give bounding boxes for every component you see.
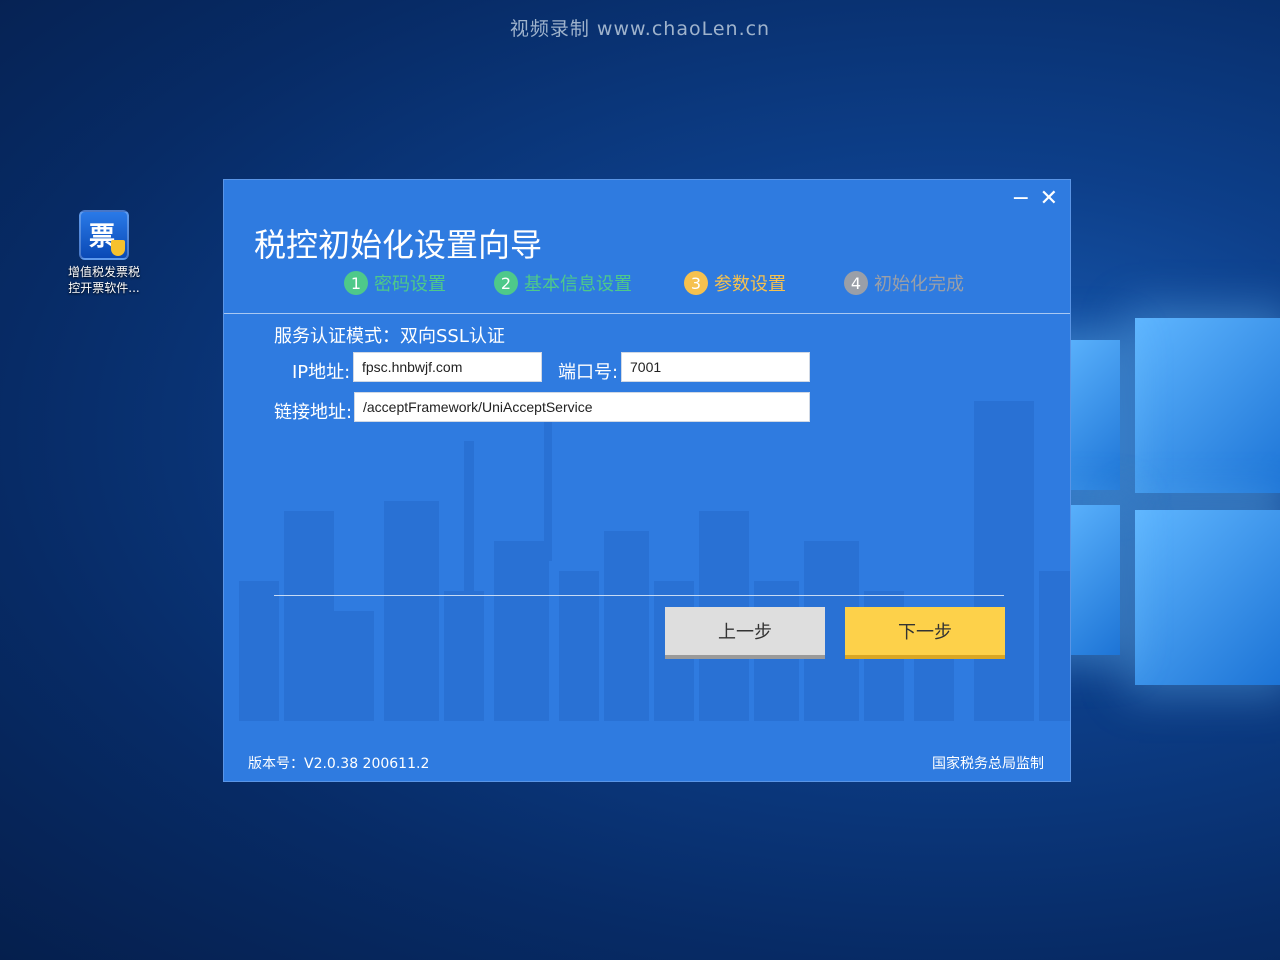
previous-step-button[interactable]: 上一步 — [665, 607, 825, 659]
version-text: 版本号：V2.0.38 200611.2 — [248, 756, 430, 772]
port-field[interactable]: 7001 — [621, 352, 810, 382]
close-button[interactable]: ✕ — [1040, 188, 1058, 210]
watermark-text: 视频录制 www.chaoLen.cn — [509, 18, 771, 40]
step-number: 3 — [684, 271, 708, 295]
windows-logo — [1050, 300, 1280, 730]
shield-icon — [111, 240, 125, 256]
step-number: 2 — [494, 271, 518, 295]
auth-mode-text: 服务认证模式：双向SSL认证 — [274, 326, 505, 347]
authority-text: 国家税务总局监制 — [932, 756, 1044, 772]
desktop-icon-invoice-software[interactable]: 票 增值税发票税 控开票软件... — [62, 210, 146, 296]
button-divider — [274, 595, 1004, 596]
next-step-button[interactable]: 下一步 — [845, 607, 1005, 659]
invoice-app-icon: 票 — [79, 210, 129, 260]
link-label: 链接地址: — [274, 402, 353, 423]
port-label: 端口号: — [558, 362, 619, 383]
setup-wizard-dialog: − ✕ 税控初始化设置向导 1 密码设置 2 基本信息设置 3 参数设置 4 初… — [223, 179, 1071, 782]
wizard-title: 税控初始化设置向导 — [254, 226, 543, 264]
step-label: 初始化完成 — [874, 274, 964, 295]
wizard-steps: 1 密码设置 2 基本信息设置 3 参数设置 4 初始化完成 — [224, 270, 1070, 300]
step-label: 参数设置 — [714, 274, 786, 295]
step-label: 基本信息设置 — [524, 274, 632, 295]
header-divider — [224, 313, 1070, 314]
city-skyline-background — [239, 401, 1070, 721]
step-number: 4 — [844, 271, 868, 295]
step-number: 1 — [344, 271, 368, 295]
minimize-button[interactable]: − — [1012, 188, 1030, 210]
step-basic-info: 2 基本信息设置 — [494, 270, 632, 296]
step-complete: 4 初始化完成 — [844, 270, 964, 296]
ip-address-field[interactable]: fpsc.hnbwjf.com — [353, 352, 542, 382]
ip-label: IP地址: — [292, 362, 351, 383]
step-label: 密码设置 — [374, 274, 446, 295]
step-password: 1 密码设置 — [344, 270, 446, 296]
link-address-field[interactable]: /acceptFramework/UniAcceptService — [354, 392, 810, 422]
desktop-icon-label: 增值税发票税 控开票软件... — [67, 265, 140, 295]
step-parameters: 3 参数设置 — [684, 270, 786, 296]
